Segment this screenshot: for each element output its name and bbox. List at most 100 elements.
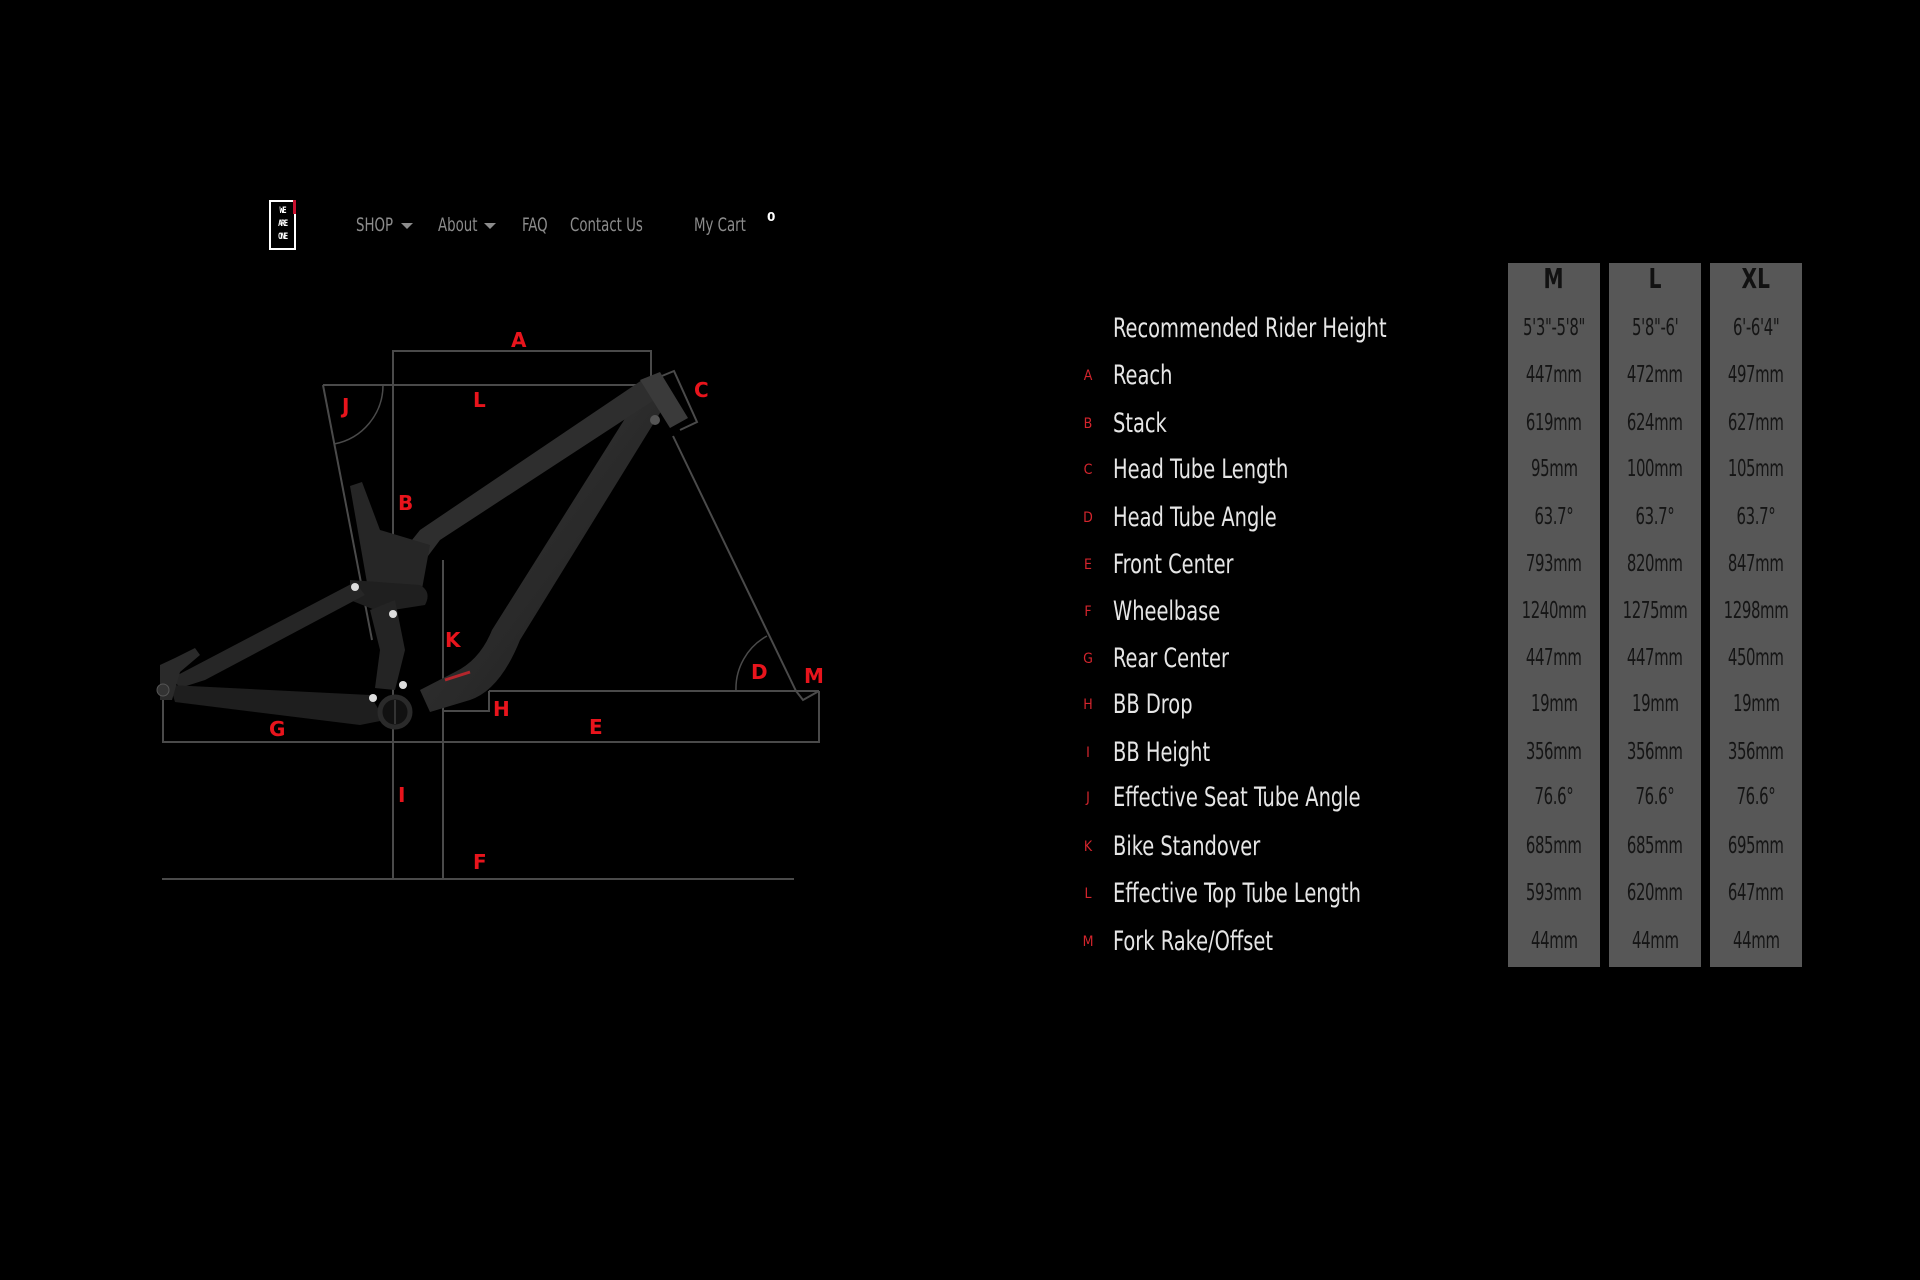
table-cell: 356mm xyxy=(1710,739,1802,765)
table-cell-value: 356mm xyxy=(1627,739,1683,765)
table-cell-value: 44mm xyxy=(1530,928,1578,954)
table-cell-value: 624mm xyxy=(1627,410,1683,436)
table-cell: 5'3"-5'8" xyxy=(1508,315,1600,341)
table-cell: 447mm xyxy=(1508,362,1600,388)
size-column-xl: XL 6'-6'4" 497mm 627mm 105mm 63.7° 847mm 1298mm… xyxy=(1710,263,1802,967)
table-cell-value: 19mm xyxy=(1732,691,1780,717)
table-cell: 1275mm xyxy=(1609,598,1701,624)
table-cell-value: 19mm xyxy=(1530,691,1578,717)
table-cell-value: 472mm xyxy=(1627,362,1683,388)
row-letter-b: B xyxy=(1083,416,1093,432)
table-cell-value: 793mm xyxy=(1526,551,1582,577)
row-label-text: Bike Standover xyxy=(1113,831,1261,862)
row-letter-k: K xyxy=(1083,839,1093,855)
row-label: Wheelbase xyxy=(1113,596,1247,627)
size-header: XL xyxy=(1710,263,1802,295)
table-cell: 44mm xyxy=(1508,928,1600,954)
table-cell: 847mm xyxy=(1710,551,1802,577)
table-cell: 5'8"-6' xyxy=(1609,315,1701,341)
row-letter-d: D xyxy=(1083,510,1093,526)
row-label-text: Rear Center xyxy=(1113,643,1229,674)
label-b: B xyxy=(398,491,413,515)
table-cell-value: 100mm xyxy=(1627,456,1683,482)
label-k: K xyxy=(445,628,462,652)
label-d: D xyxy=(751,660,768,684)
row-letter-i: I xyxy=(1086,745,1090,761)
row-label-text: Reach xyxy=(1113,360,1173,391)
table-cell-value: 497mm xyxy=(1728,362,1784,388)
size-header: M xyxy=(1508,263,1600,295)
label-g: G xyxy=(269,717,285,741)
table-cell: 95mm xyxy=(1508,456,1600,482)
row-label: Front Center xyxy=(1113,549,1264,580)
pivot-bolt xyxy=(399,681,407,689)
label-m: M xyxy=(804,664,824,688)
table-cell-value: 63.7° xyxy=(1736,504,1776,530)
row-letter-h: H xyxy=(1083,697,1093,713)
table-cell: 356mm xyxy=(1609,739,1701,765)
table-cell-value: 447mm xyxy=(1526,645,1582,671)
label-f: F xyxy=(473,850,487,874)
row-label-text: Wheelbase xyxy=(1113,596,1221,627)
table-cell-value: 44mm xyxy=(1631,928,1679,954)
table-cell: 472mm xyxy=(1609,362,1701,388)
table-cell: 593mm xyxy=(1508,880,1600,906)
table-cell: 624mm xyxy=(1609,410,1701,436)
table-cell: 695mm xyxy=(1710,833,1802,859)
size-header-text: L xyxy=(1648,262,1662,295)
table-cell: 447mm xyxy=(1508,645,1600,671)
row-label: BB Drop xyxy=(1113,689,1212,720)
row-label: Bike Standover xyxy=(1113,831,1297,862)
table-cell: 100mm xyxy=(1609,456,1701,482)
row-label: Head Tube Angle xyxy=(1113,502,1318,533)
table-cell: 63.7° xyxy=(1508,504,1600,530)
row-label-text: BB Height xyxy=(1113,737,1211,768)
table-cell: 356mm xyxy=(1508,739,1600,765)
row-letter-m: M xyxy=(1082,934,1094,950)
table-cell-value: 44mm xyxy=(1732,928,1780,954)
table-cell-value: 356mm xyxy=(1526,739,1582,765)
table-cell: 19mm xyxy=(1710,691,1802,717)
table-cell: 76.6° xyxy=(1508,784,1600,810)
row-letter-f: F xyxy=(1084,604,1092,620)
row-label-text: BB Drop xyxy=(1113,689,1193,720)
table-cell: 620mm xyxy=(1609,880,1701,906)
row-label-text: Fork Rake/Offset xyxy=(1113,926,1274,957)
row-letter-a: A xyxy=(1083,368,1093,384)
dimension-lines xyxy=(162,350,820,880)
table-cell: 63.7° xyxy=(1609,504,1701,530)
table-cell: 44mm xyxy=(1710,928,1802,954)
row-letter-j: J xyxy=(1086,790,1090,806)
table-cell: 1240mm xyxy=(1508,598,1600,624)
row-label: Fork Rake/Offset xyxy=(1113,926,1313,957)
row-label: Effective Top Tube Length xyxy=(1113,878,1423,909)
table-cell-value: 76.6° xyxy=(1534,784,1574,810)
row-letter-e: E xyxy=(1084,557,1092,573)
table-cell: 19mm xyxy=(1609,691,1701,717)
label-j: J xyxy=(340,394,349,418)
table-cell-value: 447mm xyxy=(1526,362,1582,388)
label-l: L xyxy=(473,388,486,412)
table-cell-value: 95mm xyxy=(1530,456,1578,482)
lower-link xyxy=(370,600,405,690)
down-tube xyxy=(420,382,668,712)
table-cell: 820mm xyxy=(1609,551,1701,577)
bike-frame xyxy=(156,372,688,730)
table-cell: 647mm xyxy=(1710,880,1802,906)
table-cell-value: 5'8"-6' xyxy=(1631,315,1679,341)
table-cell: 627mm xyxy=(1710,410,1802,436)
row-label-text: Stack xyxy=(1113,408,1167,439)
row-label: Head Tube Length xyxy=(1113,454,1332,485)
table-cell-value: 63.7° xyxy=(1635,504,1675,530)
row-label: Reach xyxy=(1113,360,1187,391)
row-label: Rear Center xyxy=(1113,643,1258,674)
table-cell: 76.6° xyxy=(1710,784,1802,810)
table-cell-value: 356mm xyxy=(1728,739,1784,765)
table-cell-value: 76.6° xyxy=(1736,784,1776,810)
table-cell-value: 593mm xyxy=(1526,880,1582,906)
label-a: A xyxy=(511,328,527,352)
table-cell-value: 695mm xyxy=(1728,833,1784,859)
table-cell: 1298mm xyxy=(1710,598,1802,624)
table-cell-value: 619mm xyxy=(1526,410,1582,436)
fork-offset-line xyxy=(795,690,820,702)
